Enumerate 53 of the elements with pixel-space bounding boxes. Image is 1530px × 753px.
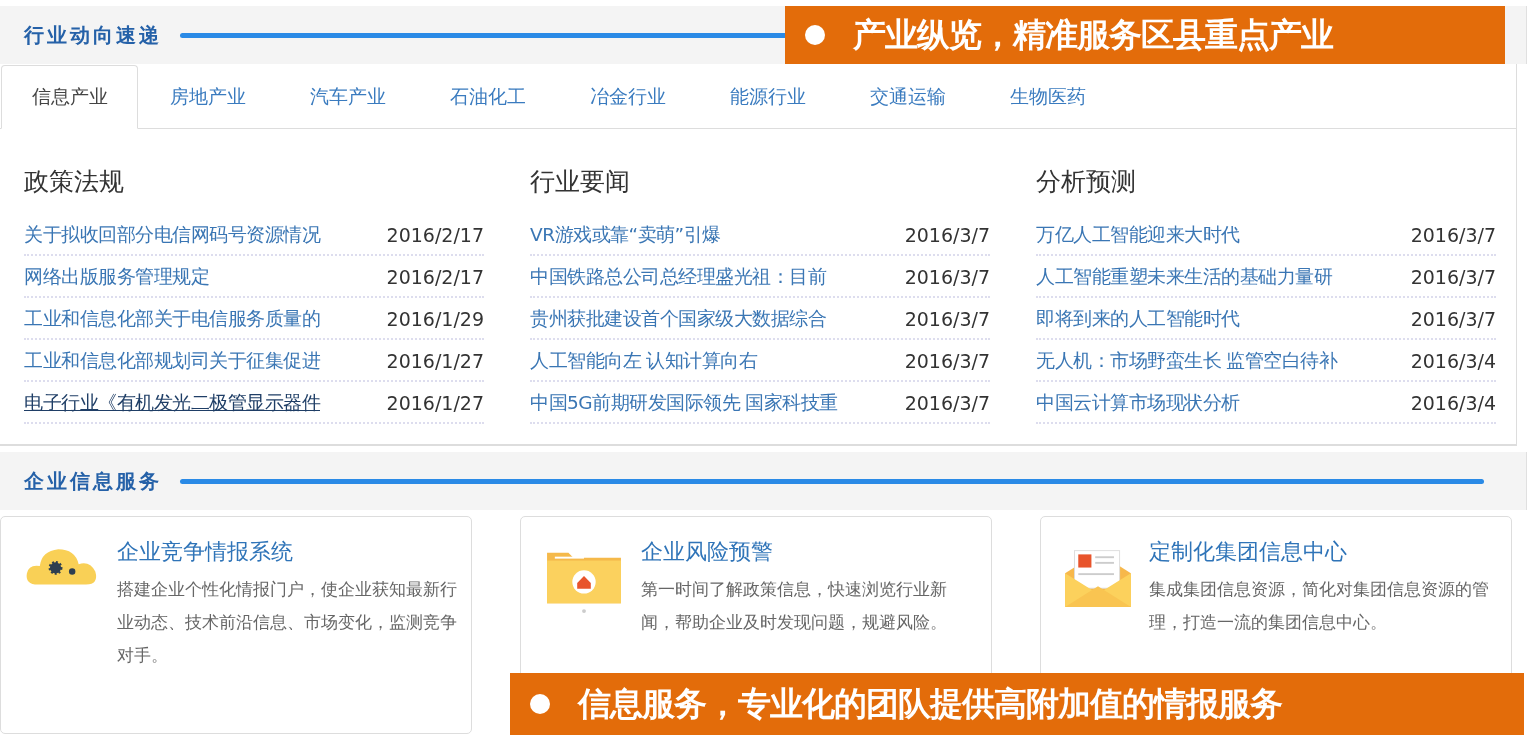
news-link[interactable]: 工业和信息化部规划司关于征集促进: [24, 348, 320, 373]
news-date: 2016/3/7: [904, 223, 990, 246]
column-heading: 行业要闻: [530, 166, 631, 198]
news-date: 2016/3/7: [904, 307, 990, 330]
news-link[interactable]: 中国铁路总公司总经理盛光祖：目前: [530, 264, 826, 289]
news-link[interactable]: 关于拟收回部分电信网码号资源情况: [24, 222, 320, 247]
news-link[interactable]: 人工智能向左 认知计算向右: [530, 348, 758, 373]
callout-text: 产业纵览，精准服务区县重点产业: [853, 13, 1333, 56]
category-tab[interactable]: 交通运输: [838, 65, 978, 129]
news-date: 2016/2/17: [386, 265, 484, 288]
section-title: 企业信息服务: [24, 467, 162, 495]
category-tab[interactable]: 冶金行业: [558, 65, 698, 129]
news-link[interactable]: 即将到来的人工智能时代: [1036, 306, 1240, 331]
news-date: 2016/2/17: [386, 223, 484, 246]
card-description: 集成集团信息资源，简化对集团信息资源的管理，打造一流的集团信息中心。: [1149, 579, 1490, 634]
news-link[interactable]: 中国云计算市场现状分析: [1036, 390, 1240, 415]
news-link[interactable]: 中国5G前期研发国际领先 国家科技重: [530, 390, 838, 415]
news-link[interactable]: 贵州获批建设首个国家级大数据综合: [530, 306, 826, 331]
news-date: 2016/1/29: [386, 307, 484, 330]
category-tab[interactable]: 石油化工: [418, 65, 558, 129]
news-date: 2016/1/27: [386, 349, 484, 372]
service-card[interactable]: 企业竞争情报系统 搭建企业个性化情报门户，使企业获知最新行业动态、技术前沿信息、市场变化，监测竞争对手。: [0, 516, 472, 734]
bullet-dot: [530, 694, 550, 714]
news-link[interactable]: 万亿人工智能迎来大时代: [1036, 222, 1240, 247]
category-tab[interactable]: 汽车产业: [278, 65, 418, 129]
news-link[interactable]: 电子行业《有机发光二极管显示器件: [24, 390, 320, 415]
category-tab[interactable]: 信息产业: [1, 65, 138, 129]
column-heading: 分析预测: [1036, 166, 1137, 198]
news-link[interactable]: 无人机：市场野蛮生长 监管空白待补: [1036, 348, 1338, 373]
card-title[interactable]: 企业竞争情报系统: [117, 537, 457, 567]
category-tab[interactable]: 房地产业: [138, 65, 278, 129]
news-date: 2016/3/7: [1410, 223, 1496, 246]
news-date: 2016/1/27: [386, 391, 484, 414]
card-title[interactable]: 定制化集团信息中心: [1149, 537, 1497, 567]
column-heading: 政策法规: [24, 166, 125, 198]
category-tab[interactable]: 生物医药: [978, 65, 1118, 129]
news-date: 2016/3/7: [1410, 265, 1496, 288]
news-link[interactable]: 网络出版服务管理规定: [24, 264, 209, 289]
news-date: 2016/3/4: [1410, 391, 1496, 414]
news-date: 2016/3/7: [904, 349, 990, 372]
card-title[interactable]: 企业风险预警: [641, 537, 977, 567]
section-title: 行业动向速递: [24, 21, 162, 49]
news-link[interactable]: 工业和信息化部关于电信服务质量的: [24, 306, 320, 331]
card-description: 搭建企业个性化情报门户，使企业获知最新行业动态、技术前沿信息、市场变化，监测竞争对手。: [117, 579, 457, 667]
bullet-dot: [805, 25, 825, 45]
card-description: 第一时间了解政策信息，快速浏览行业新闻，帮助企业及时发现问题，规避风险。: [641, 579, 948, 634]
news-date: 2016/3/7: [904, 391, 990, 414]
news-link[interactable]: 人工智能重塑未来生活的基础力量研: [1036, 264, 1332, 289]
news-link[interactable]: VR游戏或靠“卖萌”引爆: [530, 222, 721, 247]
news-date: 2016/3/7: [904, 265, 990, 288]
category-tab[interactable]: 能源行业: [698, 65, 838, 129]
news-date: 2016/3/7: [1410, 307, 1496, 330]
news-date: 2016/3/4: [1410, 349, 1496, 372]
